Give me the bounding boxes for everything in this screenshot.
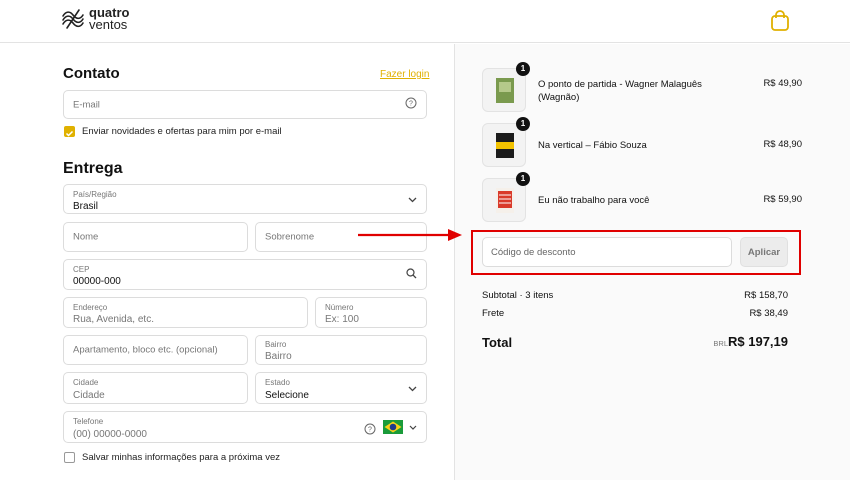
neighborhood-field[interactable]: Bairro Bairro — [255, 335, 427, 365]
city-label: Cidade — [73, 378, 99, 387]
newsletter-label: Enviar novidades e ofertas para mim por … — [82, 126, 282, 137]
discount-code-input[interactable]: Código de desconto — [482, 237, 732, 267]
chevron-down-icon — [409, 425, 417, 430]
number-label: Número — [325, 303, 354, 312]
help-icon[interactable]: ? — [364, 422, 376, 440]
check-icon — [65, 130, 74, 137]
chevron-down-icon — [408, 190, 417, 208]
brazil-flag-icon — [383, 420, 403, 434]
country-code-select[interactable] — [383, 420, 417, 434]
subtotal-label: Subtotal · 3 itens — [482, 290, 554, 301]
shopping-bag-button[interactable] — [770, 10, 790, 37]
product-price: R$ 59,90 — [763, 194, 802, 205]
state-label: Estado — [265, 378, 290, 387]
total-currency: BRL — [713, 339, 728, 348]
discount-code-placeholder: Código de desconto — [491, 247, 576, 258]
product-price: R$ 48,90 — [763, 139, 802, 150]
shipping-label: Frete — [482, 308, 505, 319]
brand-name-line2: ventos — [89, 17, 128, 32]
search-icon[interactable] — [406, 266, 417, 284]
shipping-row: Frete R$ 38,49 — [482, 308, 788, 319]
product-name: Eu não trabalho para você — [538, 195, 650, 206]
save-info-checkbox[interactable] — [64, 452, 75, 463]
svg-text:?: ? — [409, 100, 413, 107]
country-label: País/Região — [73, 190, 117, 199]
total-value: R$ 197,19 — [728, 334, 788, 349]
product-name: Na vertical – Fábio Souza — [538, 140, 647, 151]
state-value: Selecione — [265, 390, 309, 401]
brand-logo[interactable]: quatro ventos — [60, 6, 129, 32]
save-info-label: Salvar minhas informações para a próxima… — [82, 452, 281, 463]
chevron-down-icon — [408, 379, 417, 397]
annotation-arrow-icon — [358, 229, 462, 241]
cart-item: 1 Eu não trabalho para você R$ 59,90 — [482, 172, 802, 222]
phone-label: Telefone — [73, 417, 104, 426]
subtotal-row: Subtotal · 3 itens R$ 158,70 — [482, 290, 788, 301]
apartment-placeholder: Apartamento, bloco etc. (opcional) — [73, 344, 218, 356]
shipping-value: R$ 38,49 — [749, 308, 788, 319]
shopping-bag-icon — [771, 10, 789, 31]
brand-name: quatro ventos — [89, 6, 129, 32]
svg-text:?: ? — [368, 427, 372, 434]
state-select[interactable]: Estado Selecione — [255, 372, 427, 404]
country-select[interactable]: País/Região Brasil — [63, 184, 427, 214]
number-field[interactable]: Número Ex: 100 — [315, 297, 427, 328]
phone-field[interactable]: Telefone (00) 00000-0000 ? — [63, 411, 427, 443]
quantity-badge: 1 — [516, 62, 530, 76]
brand-logo-icon — [62, 9, 84, 29]
city-field[interactable]: Cidade Cidade — [63, 372, 248, 404]
address-field[interactable]: Endereço Rua, Avenida, etc. — [63, 297, 308, 328]
address-value: Rua, Avenida, etc. — [73, 314, 154, 325]
number-value: Ex: 100 — [325, 314, 359, 325]
country-value: Brasil — [73, 201, 99, 212]
address-label: Endereço — [73, 303, 108, 312]
email-placeholder: E-mail — [73, 99, 100, 110]
cep-label: CEP — [73, 265, 90, 274]
first-name-placeholder: Nome — [73, 231, 99, 243]
cep-value: 00000-000 — [73, 276, 121, 287]
city-value: Cidade — [73, 390, 105, 401]
newsletter-checkbox[interactable] — [64, 126, 75, 137]
cart-item: 1 O ponto de partida - Wagner Malaguês (… — [482, 62, 802, 112]
total-label: Total — [482, 335, 513, 350]
site-header: quatro ventos — [0, 0, 850, 43]
quantity-badge: 1 — [516, 172, 530, 186]
checkout-form: Contato Fazer login E-mail ? Enviar novi… — [0, 44, 454, 480]
cep-field[interactable]: CEP 00000-000 — [63, 259, 427, 290]
login-link[interactable]: Fazer login — [380, 69, 429, 80]
cart-item: 1 Na vertical – Fábio Souza R$ 48,90 — [482, 117, 802, 167]
first-name-field[interactable]: Nome — [63, 222, 248, 252]
product-name: O ponto de partida - Wagner Malaguês (Wa… — [538, 79, 702, 103]
help-icon[interactable]: ? — [405, 96, 417, 114]
quantity-badge: 1 — [516, 117, 530, 131]
order-summary: 1 O ponto de partida - Wagner Malaguês (… — [454, 44, 850, 480]
neighborhood-label: Bairro — [265, 340, 287, 349]
delivery-title: Entrega — [63, 160, 123, 177]
email-field[interactable]: E-mail ? — [63, 90, 427, 119]
contact-title: Contato — [63, 65, 120, 82]
apply-discount-button[interactable]: Aplicar — [740, 237, 788, 267]
apartment-field[interactable]: Apartamento, bloco etc. (opcional) — [63, 335, 248, 365]
neighborhood-value: Bairro — [265, 351, 292, 362]
phone-value: (00) 00000-0000 — [73, 429, 147, 440]
last-name-placeholder: Sobrenome — [265, 231, 315, 243]
product-price: R$ 49,90 — [763, 78, 802, 89]
subtotal-value: R$ 158,70 — [744, 290, 788, 301]
